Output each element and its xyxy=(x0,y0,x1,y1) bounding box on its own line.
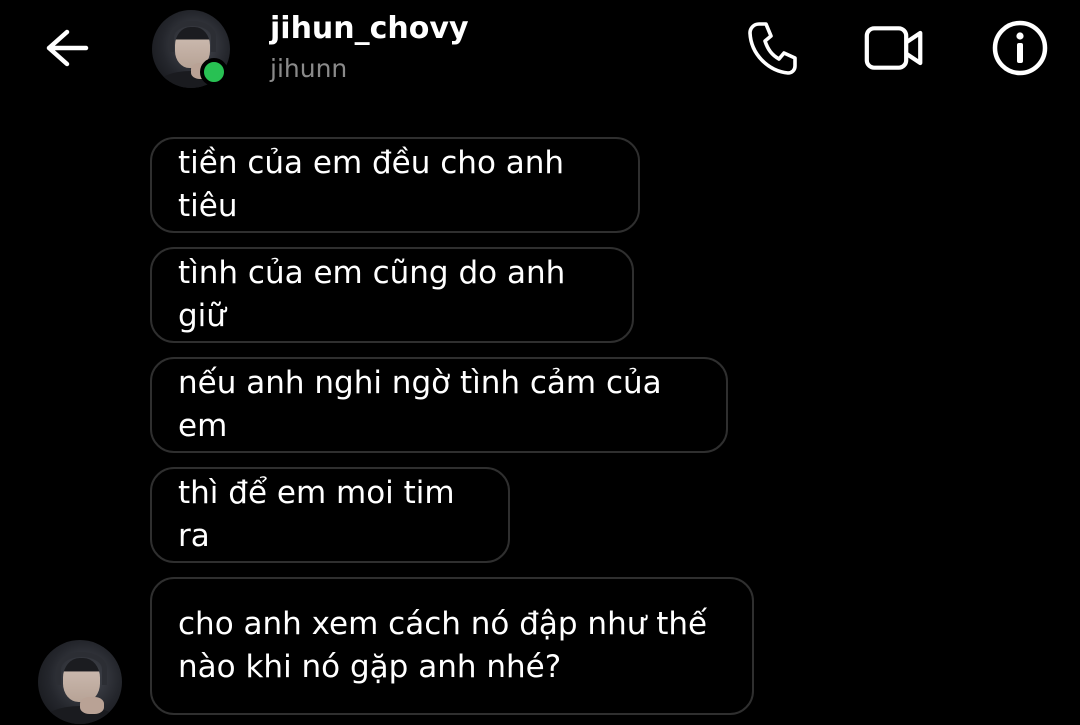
back-button[interactable] xyxy=(38,22,94,74)
audio-call-button[interactable] xyxy=(742,18,802,78)
video-camera-icon xyxy=(864,26,923,70)
info-button[interactable] xyxy=(990,18,1050,78)
message-bubble[interactable]: thì để em moi tim ra xyxy=(150,467,510,563)
message-bubble[interactable]: tiền của em đều cho anh tiêu xyxy=(150,137,640,233)
online-status-indicator xyxy=(200,58,228,86)
chat-header: jihun_chovy jihunn xyxy=(0,0,1080,110)
message-bubble[interactable]: cho anh xem cách nó đập như thế nào khi … xyxy=(150,577,754,715)
phone-icon xyxy=(748,22,797,75)
arrow-left-icon xyxy=(46,29,89,67)
message-bubble[interactable]: nếu anh nghi ngờ tình cảm của em xyxy=(150,357,728,453)
video-call-button[interactable] xyxy=(864,18,924,78)
sender-avatar[interactable] xyxy=(38,640,122,724)
info-icon xyxy=(992,20,1048,76)
profile-handle: jihunn xyxy=(270,54,348,83)
message-bubble[interactable]: tình của em cũng do anh giữ xyxy=(150,247,634,343)
profile-username[interactable]: jihun_chovy xyxy=(270,11,469,46)
